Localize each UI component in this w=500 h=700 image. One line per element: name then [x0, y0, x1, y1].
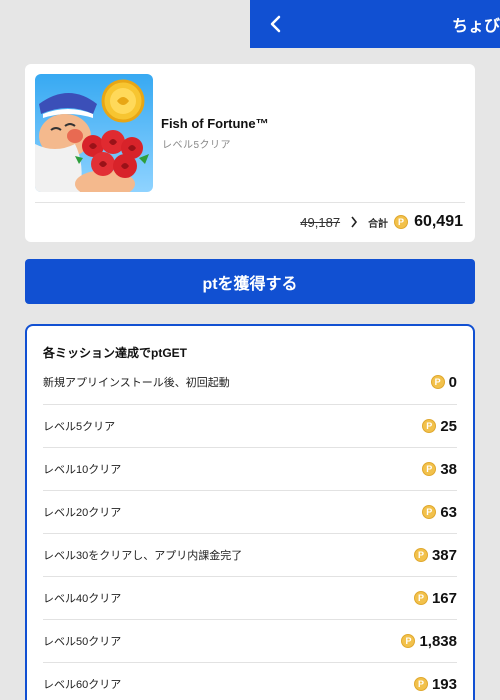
mission-row: レベル40クリア P 167 — [43, 577, 457, 620]
mission-label: レベル30をクリアし、アプリ内課金完了 — [43, 550, 243, 562]
total-label: 合計 — [368, 218, 389, 230]
mission-reward: P 193 — [413, 675, 457, 693]
card-divider — [35, 202, 465, 203]
mission-row: レベル10クリア P 38 — [43, 448, 457, 491]
reward-value: 1,838 — [419, 632, 457, 650]
point-coin-icon: P — [394, 215, 409, 229]
mission-panel: 各ミッション達成でptGET 新規アプリインストール後、初回起動 P 0 レベル… — [25, 324, 475, 700]
point-coin-icon: P — [422, 462, 437, 476]
mission-label: レベル60クリア — [43, 679, 122, 691]
reward-value: 387 — [431, 546, 457, 564]
mission-label: レベル50クリア — [43, 636, 122, 648]
mission-label: レベル10クリア — [43, 464, 122, 476]
get-points-button[interactable]: ptを獲得する — [25, 259, 475, 304]
mission-reward: P 387 — [413, 546, 457, 564]
mission-title: 各ミッション達成でptGET — [43, 346, 187, 360]
app-icon[interactable] — [35, 74, 153, 192]
mission-row: 新規アプリインストール後、初回起動 P 0 — [43, 360, 457, 405]
mission-row: レベル50クリア P 1,838 — [43, 620, 457, 663]
price-row: 49,187 合計 P 60,491 — [300, 212, 463, 232]
mission-row: レベル5クリア P 25 — [43, 405, 457, 448]
mission-row: レベル60クリア P 193 — [43, 663, 457, 700]
point-coin-icon: P — [401, 634, 416, 648]
point-coin-icon: P — [413, 548, 428, 562]
mission-reward: P 1,838 — [401, 633, 457, 650]
app-card: Fish of Fortune™ レベル5クリア 49,187 合計 P 60,… — [25, 64, 475, 242]
top-header: ちょび — [250, 0, 500, 48]
point-coin-icon: P — [413, 591, 428, 605]
reward-value: 193 — [431, 675, 457, 693]
reward-value: 25 — [440, 417, 457, 435]
app-subtitle: レベル5クリア — [162, 140, 232, 151]
mission-reward: P 0 — [430, 373, 457, 391]
chevron-left-icon — [270, 15, 281, 33]
app-name: Fish of Fortune™ — [161, 116, 269, 131]
mission-list: 新規アプリインストール後、初回起動 P 0 レベル5クリア P 25 レベル10… — [43, 360, 457, 700]
mission-row: レベル20クリア P 63 — [43, 491, 457, 534]
mission-reward: P 25 — [422, 418, 457, 435]
mission-label: レベル40クリア — [43, 593, 122, 605]
chevron-right-icon — [350, 216, 358, 228]
total-points: 60,491 — [414, 213, 463, 230]
header-title: ちょび — [452, 18, 500, 35]
mission-reward: P 167 — [413, 589, 457, 607]
back-button[interactable] — [264, 12, 288, 36]
mission-reward: P 63 — [422, 504, 457, 521]
mission-label: レベル20クリア — [43, 507, 122, 519]
mission-reward: P 38 — [422, 461, 457, 478]
reward-value: 167 — [431, 589, 457, 607]
mission-label: レベル5クリア — [43, 421, 116, 433]
mission-label: 新規アプリインストール後、初回起動 — [43, 377, 230, 389]
reward-value: 0 — [448, 373, 457, 391]
reward-value: 63 — [440, 503, 457, 521]
point-coin-icon: P — [422, 419, 437, 433]
old-price: 49,187 — [300, 214, 341, 230]
point-coin-icon: P — [422, 505, 437, 519]
point-coin-icon: P — [430, 375, 445, 389]
point-coin-icon: P — [413, 677, 428, 691]
reward-value: 38 — [440, 460, 457, 478]
mission-row: レベル30をクリアし、アプリ内課金完了 P 387 — [43, 534, 457, 577]
